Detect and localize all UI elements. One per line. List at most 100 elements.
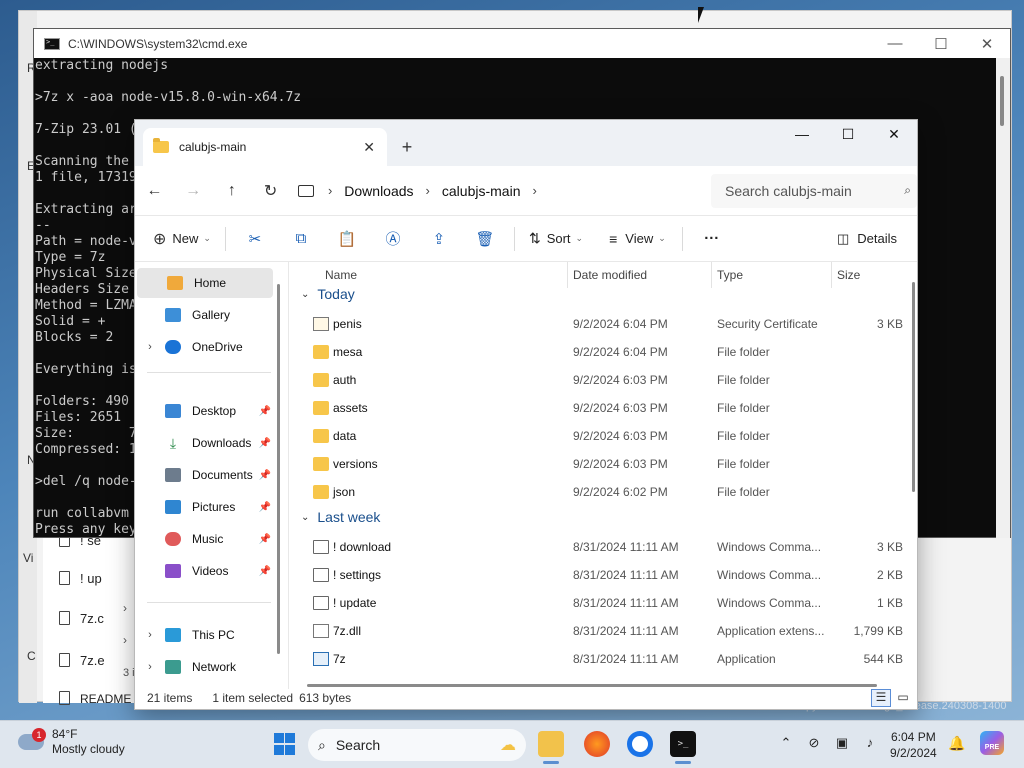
search-input[interactable]: Search calubjs-main ⌕ [710, 173, 918, 208]
column-header-size[interactable]: Size [837, 262, 860, 288]
rename-icon[interactable]: Ⓐ [370, 228, 416, 249]
file-row[interactable]: json 9/2/2024 6:02 PM File folder [291, 478, 903, 506]
start-button[interactable] [271, 731, 297, 757]
close-icon[interactable]: ✕ [871, 120, 917, 148]
breadcrumb-calubjs-main[interactable]: calubjs-main [442, 183, 521, 199]
pin-icon[interactable]: 📌 [259, 534, 271, 545]
close-icon[interactable]: ✕ [964, 35, 1010, 53]
nav-item-downloads[interactable]: ⤓ Downloads 📌 [135, 428, 275, 458]
nav-item-home[interactable]: Home [137, 268, 273, 298]
chrome-icon[interactable] [627, 731, 653, 757]
details-button[interactable]: ◫ Details [837, 231, 897, 247]
file-row[interactable]: 7z.dll 8/31/2024 11:11 AM Application exte… [291, 617, 903, 645]
nav-item-network[interactable]: › Network [135, 652, 275, 682]
file-row[interactable]: ! download 8/31/2024 11:11 AM Windows Comm… [291, 533, 903, 561]
close-tab-icon[interactable]: ✕ [363, 139, 375, 156]
terminal-icon[interactable]: >_ [670, 731, 696, 764]
breadcrumb-downloads[interactable]: Downloads [344, 183, 413, 199]
forward-arrow-icon[interactable]: → [174, 182, 213, 200]
file-row[interactable]: penis 9/2/2024 6:04 PM Security Certificat… [291, 310, 903, 338]
pin-icon[interactable]: 📌 [259, 406, 271, 417]
chevron-right-icon[interactable]: › [426, 183, 430, 198]
cmd-scrollbar[interactable] [996, 58, 1010, 538]
tiles-view-icon[interactable]: ▭ [893, 689, 913, 707]
monitor-icon[interactable] [297, 184, 314, 197]
column-header-type[interactable]: Type [717, 262, 743, 288]
pin-icon[interactable]: 📌 [259, 438, 271, 449]
file-row[interactable]: mesa 9/2/2024 6:04 PM File folder [291, 338, 903, 366]
background-file-item[interactable]: README [59, 691, 131, 706]
nav-item-this-pc[interactable]: › This PC [135, 620, 275, 650]
pin-icon[interactable]: 📌 [259, 566, 271, 577]
background-file-item[interactable]: 7z.e [59, 653, 105, 668]
maximize-icon[interactable]: ☐ [918, 35, 964, 53]
column-divider[interactable] [831, 262, 832, 288]
file-row[interactable]: ! update 8/31/2024 11:11 AM Windows Comma.… [291, 589, 903, 617]
minimize-icon[interactable]: — [872, 35, 918, 53]
share-icon[interactable]: ⇪ [416, 230, 462, 248]
chevron-up-icon[interactable]: ⌃ [772, 735, 800, 751]
chevron-right-icon[interactable]: › [135, 341, 165, 353]
explorer-tab[interactable]: calubjs-main ✕ [143, 128, 387, 166]
up-arrow-icon[interactable]: ↑ [212, 182, 251, 200]
sort-button[interactable]: ⇅ Sort ⌄ [529, 230, 583, 247]
nav-item-onedrive[interactable]: › OneDrive [135, 332, 275, 362]
chevron-right-icon[interactable]: › [123, 601, 127, 615]
pin-icon[interactable]: 📌 [259, 470, 271, 481]
file-row[interactable]: auth 9/2/2024 6:03 PM File folder [291, 366, 903, 394]
file-row[interactable]: versions 9/2/2024 6:03 PM File folder [291, 450, 903, 478]
nav-item-desktop[interactable]: Desktop 📌 [135, 396, 275, 426]
refresh-icon[interactable]: ↻ [251, 181, 290, 201]
column-divider[interactable] [711, 262, 712, 288]
chevron-right-icon[interactable]: › [328, 183, 332, 198]
chevron-right-icon[interactable]: › [123, 633, 127, 647]
file-row[interactable]: data 9/2/2024 6:03 PM File folder [291, 422, 903, 450]
nav-item-pictures[interactable]: Pictures 📌 [135, 492, 275, 522]
nav-item-gallery[interactable]: Gallery [135, 300, 275, 330]
pin-icon[interactable]: 📌 [259, 502, 271, 513]
group-header-last-week[interactable]: ⌄ Last week [301, 509, 380, 525]
nav-item-music[interactable]: Music 📌 [135, 524, 275, 554]
view-button[interactable]: ≡ View ⌄ [609, 231, 666, 247]
cut-icon[interactable]: ✂ [232, 230, 278, 248]
chevron-right-icon[interactable]: › [532, 183, 536, 198]
copilot-icon[interactable]: PRE [980, 731, 1004, 755]
taskbar-search[interactable]: ⌕ Search ☁ [308, 729, 526, 761]
firefox-icon[interactable] [584, 731, 610, 757]
details-view-icon[interactable]: ☰ [871, 689, 891, 707]
clock[interactable]: 6:04 PM 9/2/2024 [890, 729, 937, 761]
delete-icon[interactable]: 🗑 [462, 230, 508, 248]
notification-bell-icon[interactable]: 🔔 [948, 735, 965, 752]
column-header-name[interactable]: Name [325, 262, 357, 288]
display-icon[interactable]: ▣ [828, 735, 856, 751]
chevron-right-icon[interactable]: › [135, 629, 165, 641]
file-explorer-taskbar-icon[interactable] [538, 731, 564, 764]
group-header-today[interactable]: ⌄ Today [301, 286, 355, 302]
nav-scrollbar[interactable] [277, 274, 281, 674]
new-button[interactable]: ⊕ New ⌄ [153, 229, 211, 249]
file-list-scrollbar[interactable] [912, 282, 915, 492]
file-row[interactable]: assets 9/2/2024 6:03 PM File folder [291, 394, 903, 422]
file-row[interactable]: ! settings 8/31/2024 11:11 AM Windows Comm… [291, 561, 903, 589]
maximize-icon[interactable]: ☐ [825, 120, 871, 148]
chevron-right-icon[interactable]: › [135, 661, 165, 673]
file-row[interactable]: 7z 8/31/2024 11:11 AM Application 544 KB [291, 645, 903, 673]
background-file-item[interactable]: ! up [59, 571, 102, 586]
volume-icon[interactable]: ♪ [856, 735, 884, 751]
background-file-item[interactable]: 7z.c [59, 611, 104, 626]
column-divider[interactable] [567, 262, 568, 288]
file-explorer-window[interactable]: calubjs-main ✕ + — ☐ ✕ ← → ↑ ↻ › Downloa… [134, 119, 918, 710]
copy-icon[interactable]: ⧉ [278, 230, 324, 247]
minimize-icon[interactable]: — [779, 120, 825, 148]
scrollbar-thumb[interactable] [1000, 76, 1004, 126]
new-tab-button[interactable]: + [387, 128, 427, 166]
cmd-title-bar[interactable]: C:\WINDOWS\system32\cmd.exe — ☐ ✕ [34, 29, 1010, 58]
scrollbar-thumb[interactable] [277, 284, 280, 654]
network-off-icon[interactable]: ⊘ [800, 735, 828, 751]
nav-item-documents[interactable]: Documents 📌 [135, 460, 275, 490]
nav-item-videos[interactable]: Videos 📌 [135, 556, 275, 586]
breadcrumb[interactable]: › Downloads › calubjs-main › [290, 174, 703, 208]
back-arrow-icon[interactable]: ← [135, 182, 174, 200]
weather-widget[interactable]: 1 84°F Mostly cloudy [18, 727, 125, 757]
column-header-date[interactable]: Date modified [573, 262, 647, 288]
